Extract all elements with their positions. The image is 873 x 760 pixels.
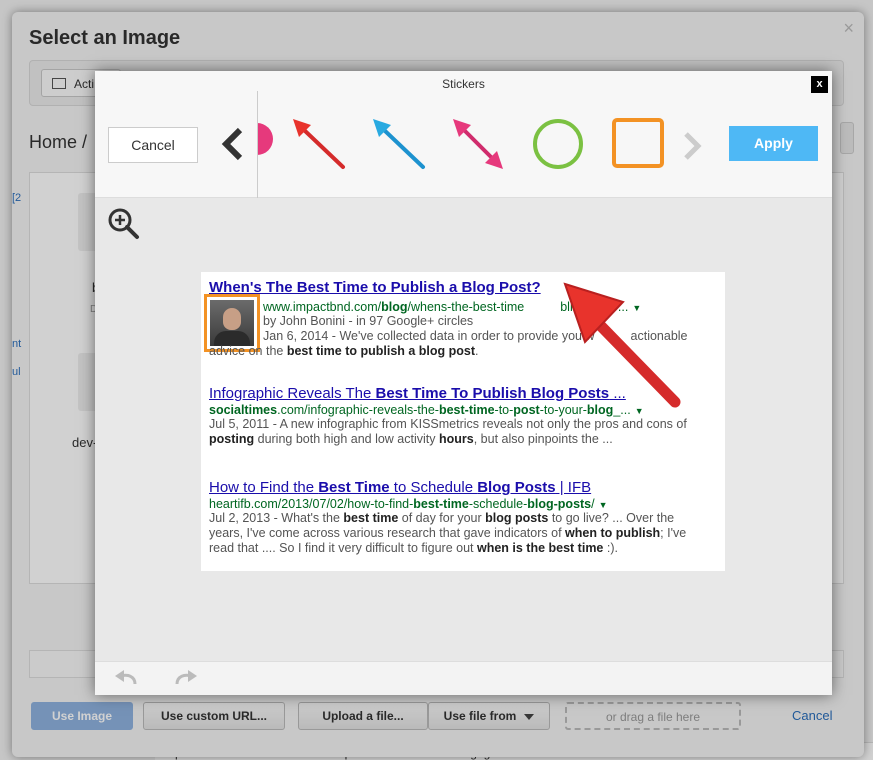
chevron-right-icon[interactable] [681,131,705,166]
result-url: heartifb.com/2013/07/02/how-to-find-best… [209,497,608,511]
placed-red-arrow-sticker[interactable] [557,276,687,421]
editor-cancel-button[interactable]: Cancel [108,127,198,163]
search-result: How to Find the Best Time to Schedule Bl… [209,479,721,556]
avatar [210,300,254,346]
redo-icon[interactable] [173,668,199,693]
editor-close-button[interactable]: x [811,76,828,93]
chevron-left-icon[interactable] [220,127,244,166]
editor-title: Stickers [442,77,485,91]
sticker-blue-arrow[interactable] [367,115,427,175]
sticker-double-arrow[interactable] [447,115,507,175]
result-snippet: Jul 2, 2013 - What's the best time of da… [209,511,675,525]
result-snippet: years, I've come across various research… [209,526,687,540]
zoom-in-icon[interactable] [107,207,141,246]
stickers-editor: Stickers x Cancel Apply When's The Best … [95,71,832,695]
apply-button[interactable]: Apply [729,126,818,161]
sticker-green-circle[interactable] [527,115,587,175]
sticker-red-arrow[interactable] [287,115,347,175]
editor-header: Stickers x Cancel Apply [95,71,832,198]
sticker-pink-circle[interactable] [243,115,273,175]
result-snippet: read that .... So I find it very difficu… [209,541,618,555]
editor-footer [95,661,832,695]
result-snippet: posting during both high and low activit… [209,432,613,446]
sticker-divider [257,91,258,198]
undo-icon[interactable] [113,668,139,693]
sticker-orange-square[interactable] [607,115,667,175]
result-title: How to Find the Best Time to Schedule Bl… [209,479,592,496]
